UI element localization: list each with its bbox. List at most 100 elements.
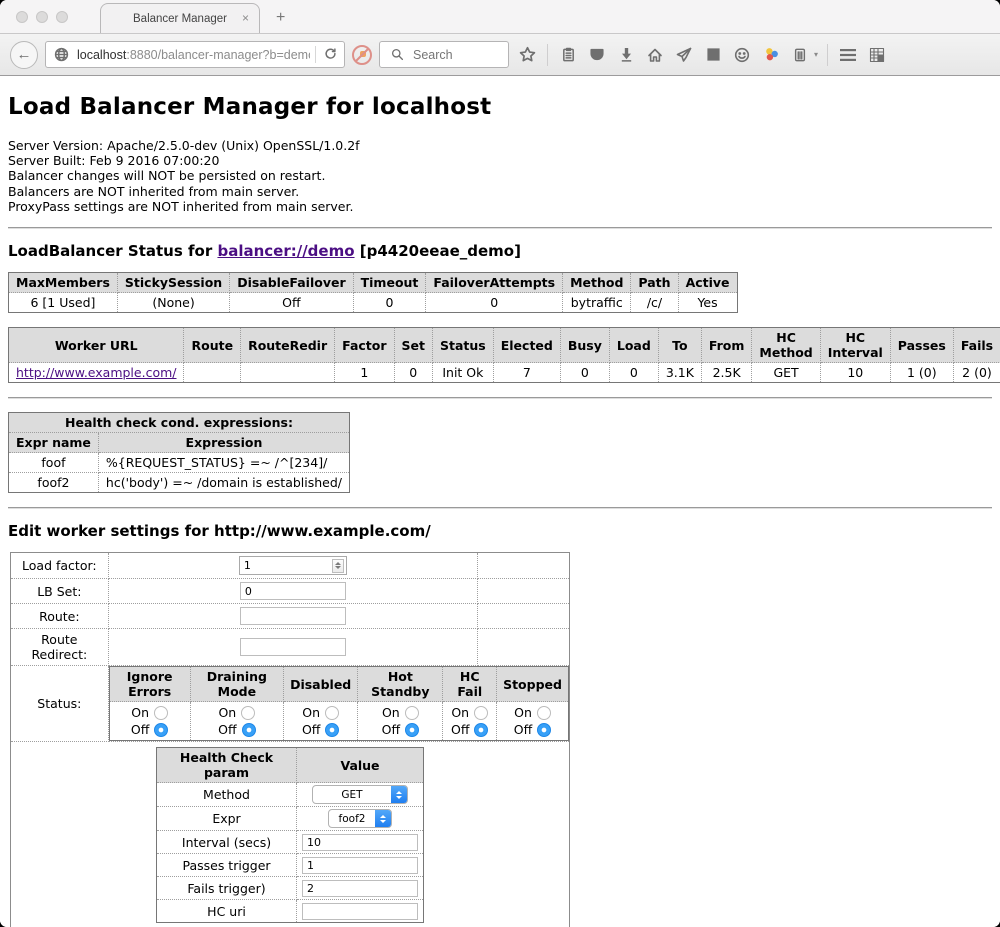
expr-select[interactable]: foof2: [328, 809, 392, 828]
smiley-icon[interactable]: [731, 44, 753, 66]
fails-trigger-input[interactable]: [302, 880, 418, 897]
worker-header-cell: Elected: [493, 328, 560, 363]
worker-cell: 3.1K: [658, 363, 701, 383]
balancer-header-cell: MaxMembers: [9, 273, 118, 293]
reload-button[interactable]: [321, 47, 340, 63]
grid-badge-icon[interactable]: [866, 44, 888, 66]
hc-uri-input[interactable]: [302, 903, 418, 920]
status-hot-standby-on-radio[interactable]: [405, 706, 419, 720]
status-draining-mode-on-radio[interactable]: [241, 706, 255, 720]
adblock-icon[interactable]: [352, 45, 372, 65]
new-tab-button[interactable]: +: [276, 9, 285, 27]
status-hc-fail-on-label: On: [451, 705, 469, 720]
hc-row-interval-secs: Interval (secs): [157, 831, 424, 854]
balancer-header-cell: StickySession: [117, 273, 229, 293]
hc-param-label: Interval (secs): [157, 831, 297, 854]
status-draining-mode-off-radio[interactable]: [242, 723, 256, 737]
health-check-row: Health Check param Value MethodGETExprfo…: [11, 742, 570, 927]
status-ignore-errors-on-label: On: [131, 705, 149, 720]
save-box-icon[interactable]: [702, 44, 724, 66]
route-redirect-input[interactable]: [240, 638, 346, 656]
status-hot-standby-off-label: Off: [382, 722, 400, 737]
status-row: Status: Ignore ErrorsDraining ModeDisabl…: [11, 666, 570, 742]
status-stopped-on-radio[interactable]: [537, 706, 551, 720]
zoom-window-button[interactable]: [56, 11, 68, 23]
status-disabled-off-radio[interactable]: [325, 723, 339, 737]
worker-cell: GET: [752, 363, 820, 383]
notice-inherit-proxypass: ProxyPass settings are NOT inherited fro…: [8, 199, 992, 214]
tab-title: Balancer Manager: [133, 13, 227, 25]
divider: [8, 397, 992, 399]
status-disabled-on-radio[interactable]: [325, 706, 339, 720]
tab-close-icon[interactable]: ×: [242, 11, 249, 25]
route-input[interactable]: [240, 607, 346, 625]
worker-cell: 0: [609, 363, 658, 383]
interval-secs-input[interactable]: [302, 834, 418, 851]
status-ignore-errors-off-radio[interactable]: [154, 723, 168, 737]
tab-balancer-manager[interactable]: Balancer Manager ×: [100, 3, 260, 33]
status-stopped-on-label: On: [514, 705, 532, 720]
balancer-header-row: MaxMembersStickySessionDisableFailoverTi…: [9, 273, 738, 293]
worker-header-cell: Fails: [953, 328, 1000, 363]
search-input[interactable]: [413, 48, 498, 62]
balancer-demo-link[interactable]: balancer://demo: [217, 242, 354, 260]
lb-set-input[interactable]: [240, 582, 346, 600]
status-hc-fail-off-radio[interactable]: [474, 723, 488, 737]
number-stepper-icon[interactable]: [332, 559, 344, 573]
status-cell-stopped: On Off: [497, 702, 569, 741]
home-icon[interactable]: [644, 44, 666, 66]
worker-cell: 0: [560, 363, 609, 383]
status-col-header-hc-fail: HC Fail: [443, 667, 497, 702]
balancer-header-cell: Timeout: [353, 273, 426, 293]
status-ignore-errors-off-option: Off: [114, 721, 186, 738]
status-stopped-off-option: Off: [501, 721, 564, 738]
divider: [8, 507, 992, 509]
status-stopped-off-label: Off: [514, 722, 532, 737]
chevron-down-icon[interactable]: ▾: [814, 50, 818, 59]
load-factor-input[interactable]: [240, 558, 332, 573]
status-hc-fail-on-radio[interactable]: [474, 706, 488, 720]
url-bar[interactable]: localhost:8880/balancer-manager?b=demo&w…: [45, 41, 345, 68]
worker-cell: 10: [820, 363, 890, 383]
back-button[interactable]: ←: [10, 41, 38, 69]
close-window-button[interactable]: [16, 11, 28, 23]
balancer-cell: (None): [117, 293, 229, 313]
status-stopped-off-radio[interactable]: [537, 723, 551, 737]
status-disabled-off-label: Off: [302, 722, 320, 737]
hc-value-cell: foof2: [297, 807, 424, 831]
bookmark-star-icon[interactable]: [516, 44, 538, 66]
download-icon[interactable]: [615, 44, 637, 66]
color-dots-icon[interactable]: [760, 44, 782, 66]
expressions-body: foof%{REQUEST_STATUS} =~ /^[234]/foof2hc…: [9, 453, 350, 493]
method-select[interactable]: GET: [312, 785, 408, 804]
container-icon[interactable]: [789, 44, 811, 66]
status-hot-standby-off-radio[interactable]: [405, 723, 419, 737]
status-header-row: Ignore ErrorsDraining ModeDisabledHot St…: [109, 667, 568, 702]
health-check-table: Health Check param Value MethodGETExprfo…: [156, 747, 424, 923]
expr-value-cell: hc('body') =~ /domain is established/: [98, 473, 349, 493]
menu-icon[interactable]: [837, 44, 859, 66]
status-ignore-errors-on-radio[interactable]: [154, 706, 168, 720]
status-disabled-on-option: On: [288, 704, 353, 721]
expression-row: foof%{REQUEST_STATUS} =~ /^[234]/: [9, 453, 350, 473]
worker-url-link[interactable]: http://www.example.com/: [16, 365, 176, 380]
status-hc-fail-off-option: Off: [447, 721, 492, 738]
urlbar-divider: [315, 46, 316, 63]
toolbar-separator: [827, 44, 828, 66]
balancer-cell: Yes: [678, 293, 737, 313]
send-icon[interactable]: [673, 44, 695, 66]
status-disabled-off-option: Off: [288, 721, 353, 738]
edit-worker-form: Load factor: LB Set: Route:: [10, 552, 570, 927]
tab-bar: Balancer Manager × +: [0, 0, 1000, 34]
url-text[interactable]: localhost:8880/balancer-manager?b=demo&w…: [77, 48, 310, 62]
worker-header-cell: Route: [184, 328, 241, 363]
route-redirect-row: Route Redirect:: [11, 629, 570, 666]
passes-trigger-input[interactable]: [302, 857, 418, 874]
minimize-window-button[interactable]: [36, 11, 48, 23]
load-factor-row: Load factor:: [11, 553, 570, 579]
hc-param-label: Method: [157, 783, 297, 807]
search-box[interactable]: [379, 41, 509, 68]
reading-list-icon[interactable]: [557, 44, 579, 66]
load-factor-field-wrap: [239, 556, 347, 575]
pocket-icon[interactable]: [586, 44, 608, 66]
